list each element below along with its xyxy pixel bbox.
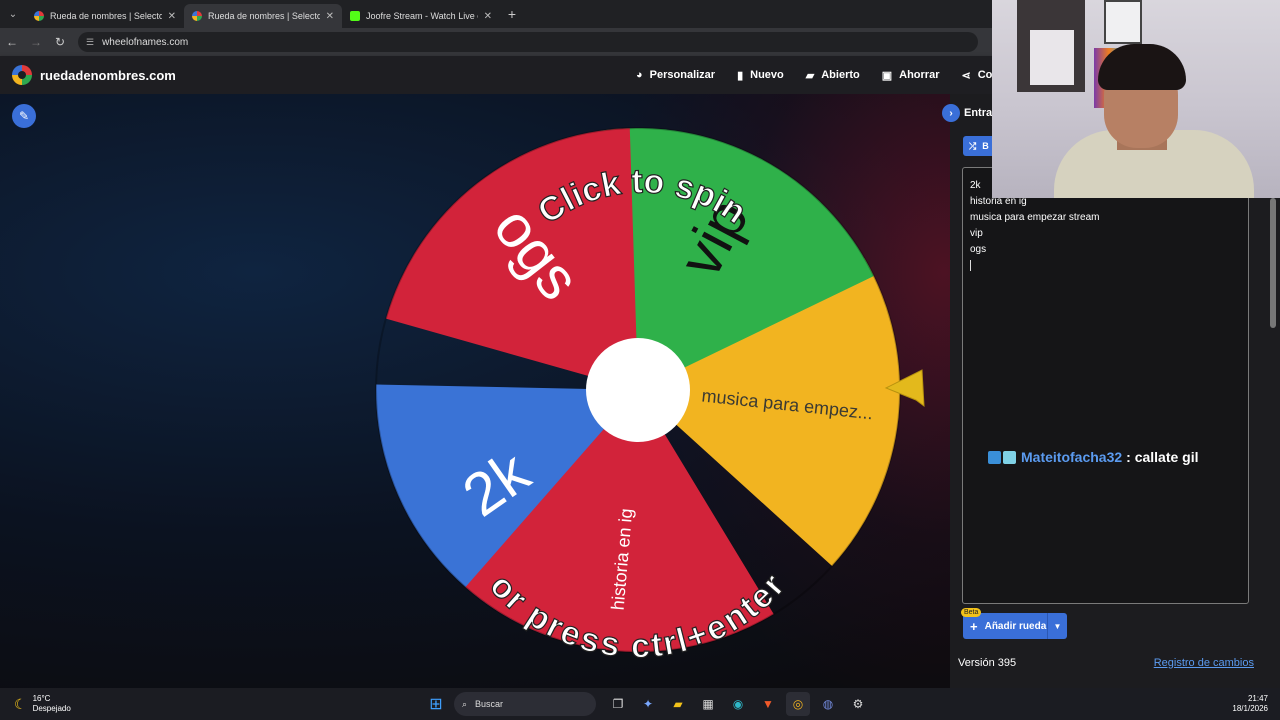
version-text: Versión 395 [958, 657, 1017, 669]
save-label: Ahorrar [899, 69, 940, 81]
chevron-down-icon[interactable]: ▼ [1047, 613, 1067, 639]
address-bar[interactable]: ☰ wheelofnames.com [78, 32, 978, 52]
windows-taskbar: ☾ 16°C Despejado ⊞ ⌕ Buscar ❐ ✦ ▰ ▦ ◉ ▼ … [0, 688, 1280, 720]
windows-start-icon[interactable]: ⊞ [424, 692, 448, 716]
task-view-icon[interactable]: ❐ [606, 692, 630, 716]
url-text: wheelofnames.com [102, 36, 189, 48]
moon-icon: ☾ [14, 695, 27, 712]
folder-open-icon: ▰ [805, 69, 815, 82]
wheel-center-hub[interactable] [586, 338, 690, 442]
file-explorer-icon[interactable]: ▰ [666, 692, 690, 716]
clock-time: 21:47 [1247, 694, 1268, 703]
close-tab-icon[interactable]: ✕ [168, 11, 176, 22]
browser-tab-2[interactable]: Rueda de nombres | Selector de ✕ [184, 4, 342, 28]
chat-overlay: Mateitofacha32 : callate gil [988, 449, 1199, 465]
edge-icon[interactable]: ◉ [726, 692, 750, 716]
chat-message: : callate gil [1126, 449, 1199, 465]
scrollbar[interactable] [1270, 198, 1276, 328]
text-cursor [970, 260, 971, 271]
save-disk-icon: ▣ [881, 69, 893, 82]
kick-favicon-icon [350, 11, 360, 21]
shuffle-icon: ⤮ [969, 140, 977, 151]
webcam-background-frame [1104, 0, 1142, 44]
new-button[interactable]: ▮ Nuevo [737, 69, 784, 82]
palette-icon: ◕ [636, 69, 643, 81]
wheel[interactable]: 2khistoria en igmusica para empez...vipo… [0, 94, 950, 688]
site-info-icon[interactable]: ☰ [86, 37, 94, 48]
store-icon[interactable]: ▦ [696, 692, 720, 716]
plus-icon: + [970, 618, 978, 634]
copilot-icon[interactable]: ✦ [636, 692, 660, 716]
edit-pencil-icon[interactable]: ✎ [12, 104, 36, 128]
site-logo-icon[interactable] [12, 65, 32, 85]
discord-icon[interactable]: ◍ [816, 692, 840, 716]
forward-arrow-icon[interactable]: → [24, 35, 48, 49]
browser-tab-3[interactable]: Joofre Stream - Watch Live on Ki ✕ [342, 4, 500, 28]
entries-textarea[interactable]: 2k historia en ig musica para empezar st… [962, 167, 1249, 604]
open-label: Abierto [821, 69, 860, 81]
chat-badge-icon [1003, 450, 1016, 464]
file-icon: ▮ [737, 69, 744, 82]
close-tab-icon[interactable]: ✕ [326, 11, 334, 22]
changelog-link[interactable]: Registro de cambios [1154, 657, 1254, 669]
weather-widget[interactable]: ☾ 16°C Despejado [14, 694, 71, 714]
steam-icon[interactable]: ⚙ [846, 692, 870, 716]
webcam-background-paper [1030, 30, 1074, 85]
new-tab-button[interactable]: + [500, 6, 524, 22]
panel-header: › Entrad [942, 104, 999, 122]
taskbar-search[interactable]: ⌕ Buscar [454, 692, 596, 716]
search-icon: ⌕ [462, 698, 468, 709]
add-wheel-label: Añadir rueda [984, 620, 1047, 632]
open-button[interactable]: ▰ Abierto [806, 69, 860, 82]
shuffle-label: B [982, 141, 989, 151]
beta-badge: Beta [961, 608, 982, 617]
chat-username: Mateitofacha32 [1021, 449, 1123, 465]
browser-tab-1[interactable]: Rueda de nombres | Selector de ✕ [26, 4, 184, 28]
wheel-favicon-icon [34, 11, 44, 21]
clock-date: 18/1/2026 [1232, 704, 1268, 713]
brave-icon[interactable]: ▼ [756, 692, 780, 716]
tab-search-icon[interactable]: ⌄ [0, 0, 26, 28]
chat-badge-icon [988, 450, 1001, 464]
chrome-icon[interactable]: ◎ [786, 692, 810, 716]
webcam-overlay [992, 0, 1280, 198]
tab-title: Rueda de nombres | Selector de [208, 11, 320, 21]
entry-line: ogs [970, 244, 987, 255]
reload-icon[interactable]: ↻ [48, 35, 72, 49]
share-icon: ⋖ [961, 69, 971, 82]
wheel-favicon-icon [192, 11, 202, 21]
app-menu: ◕ Personalizar ▮ Nuevo ▰ Abierto ▣ Ahorrar ⋖… [636, 56, 992, 94]
entry-line: musica para empezar stream [970, 212, 1100, 223]
search-placeholder: Buscar [475, 699, 504, 709]
webcam-person-hair [1098, 44, 1186, 90]
tab-title: Joofre Stream - Watch Live on Ki [366, 11, 478, 21]
share-button[interactable]: ⋖ Co [961, 69, 992, 82]
weather-condition: Despejado [32, 704, 71, 713]
taskbar-apps: ⊞ ⌕ Buscar ❐ ✦ ▰ ▦ ◉ ▼ ◎ ◍ ⚙ [424, 692, 870, 716]
save-button[interactable]: ▣ Ahorrar [882, 69, 940, 82]
close-tab-icon[interactable]: ✕ [484, 11, 492, 22]
back-arrow-icon[interactable]: ← [0, 35, 24, 49]
add-wheel-button[interactable]: + Añadir rueda ▼ [963, 613, 1067, 639]
temperature: 16°C [32, 694, 51, 703]
customize-label: Personalizar [649, 69, 716, 81]
entry-line: vip [970, 228, 983, 239]
new-label: Nuevo [750, 69, 784, 81]
tab-title: Rueda de nombres | Selector de [50, 11, 162, 21]
share-label: Co [977, 69, 993, 81]
collapse-arrow-icon[interactable]: › [942, 104, 960, 122]
system-clock[interactable]: 21:47 18/1/2026 [1232, 694, 1268, 714]
site-name[interactable]: ruedadenombres.com [40, 68, 176, 83]
customize-button[interactable]: ◕ Personalizar [636, 69, 715, 81]
